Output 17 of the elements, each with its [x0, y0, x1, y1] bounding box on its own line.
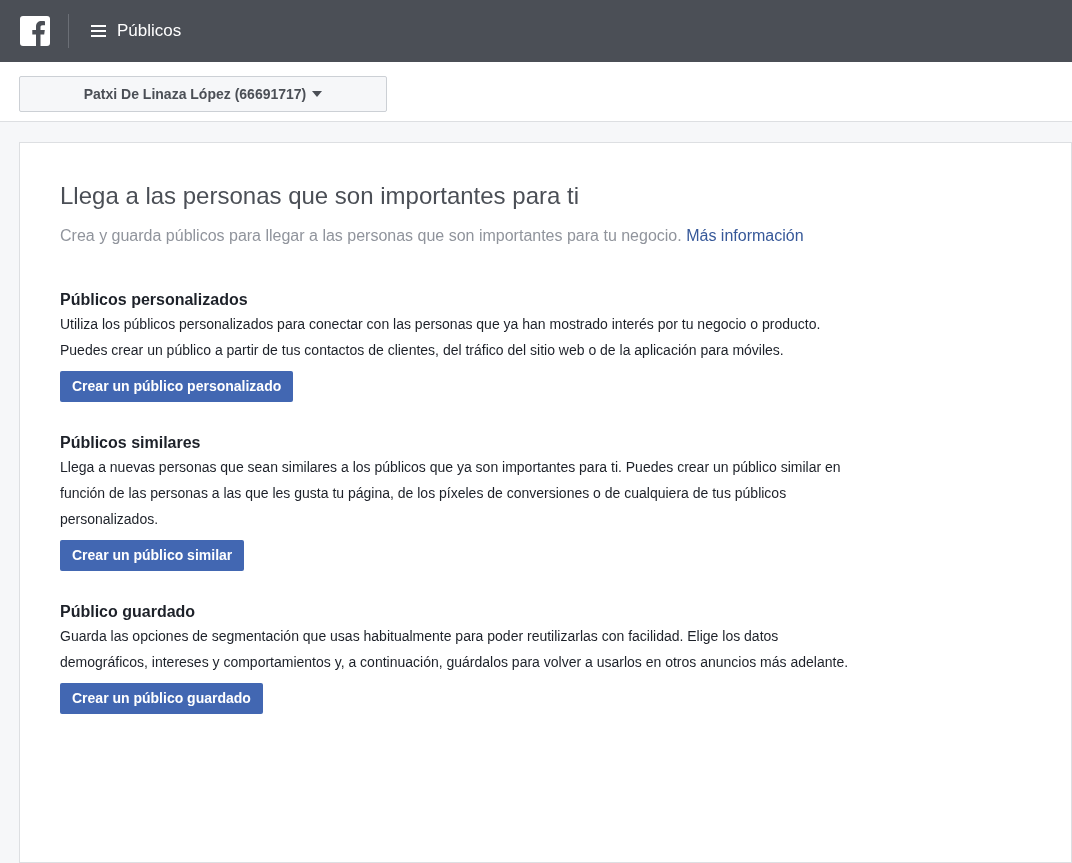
logo-icon[interactable] [20, 16, 50, 46]
intro-text: Crea y guarda públicos para llegar a las personas que son importantes para tu negocio. Más información [60, 226, 805, 246]
section-text: Llega a nuevas personas que sean similares a los públicos que ya son importantes para ti. Puedes crear un público similar en función de las personas a las que les gusta tu página, de los píxeles de conversiones o de cualquiera de tus públicos personalizados. [60, 458, 842, 529]
create-audience-button[interactable]: Crear un público guardado [60, 683, 263, 714]
section-title: Público guardado [60, 602, 197, 622]
heading: Llega a las personas que son importantes para ti [60, 181, 580, 211]
section-title: Públicos personalizados [60, 290, 249, 310]
caret-icon [312, 91, 323, 97]
section-text: Guarda las opciones de segmentación que usas habitualmente para poder reutilizarlas con facilidad. Elige los datos demográficos, intereses y comportamientos y, a continuación, guárdalos para volver a usarlos en otros anuncios más adelante. [60, 627, 850, 672]
more-info-link[interactable]: Más información [686, 227, 804, 244]
create-audience-button[interactable]: Crear un público personalizado [60, 371, 294, 402]
section-title: Públicos similares [60, 433, 202, 453]
section-text: Utiliza los públicos personalizados para conectar con las personas que ya han mostrado interés por tu negocio o producto. Puedes crear un público a partir de tus contactos de clientes, del tráfico del sitio web o de la aplicación para móviles. [60, 315, 822, 360]
create-audience-button[interactable]: Crear un público similar [60, 540, 245, 571]
account-dropdown[interactable]: Patxi De Linaza López (66691717) [19, 76, 387, 112]
menu-icon[interactable] [91, 24, 106, 38]
page-title: Públicos [117, 20, 182, 43]
